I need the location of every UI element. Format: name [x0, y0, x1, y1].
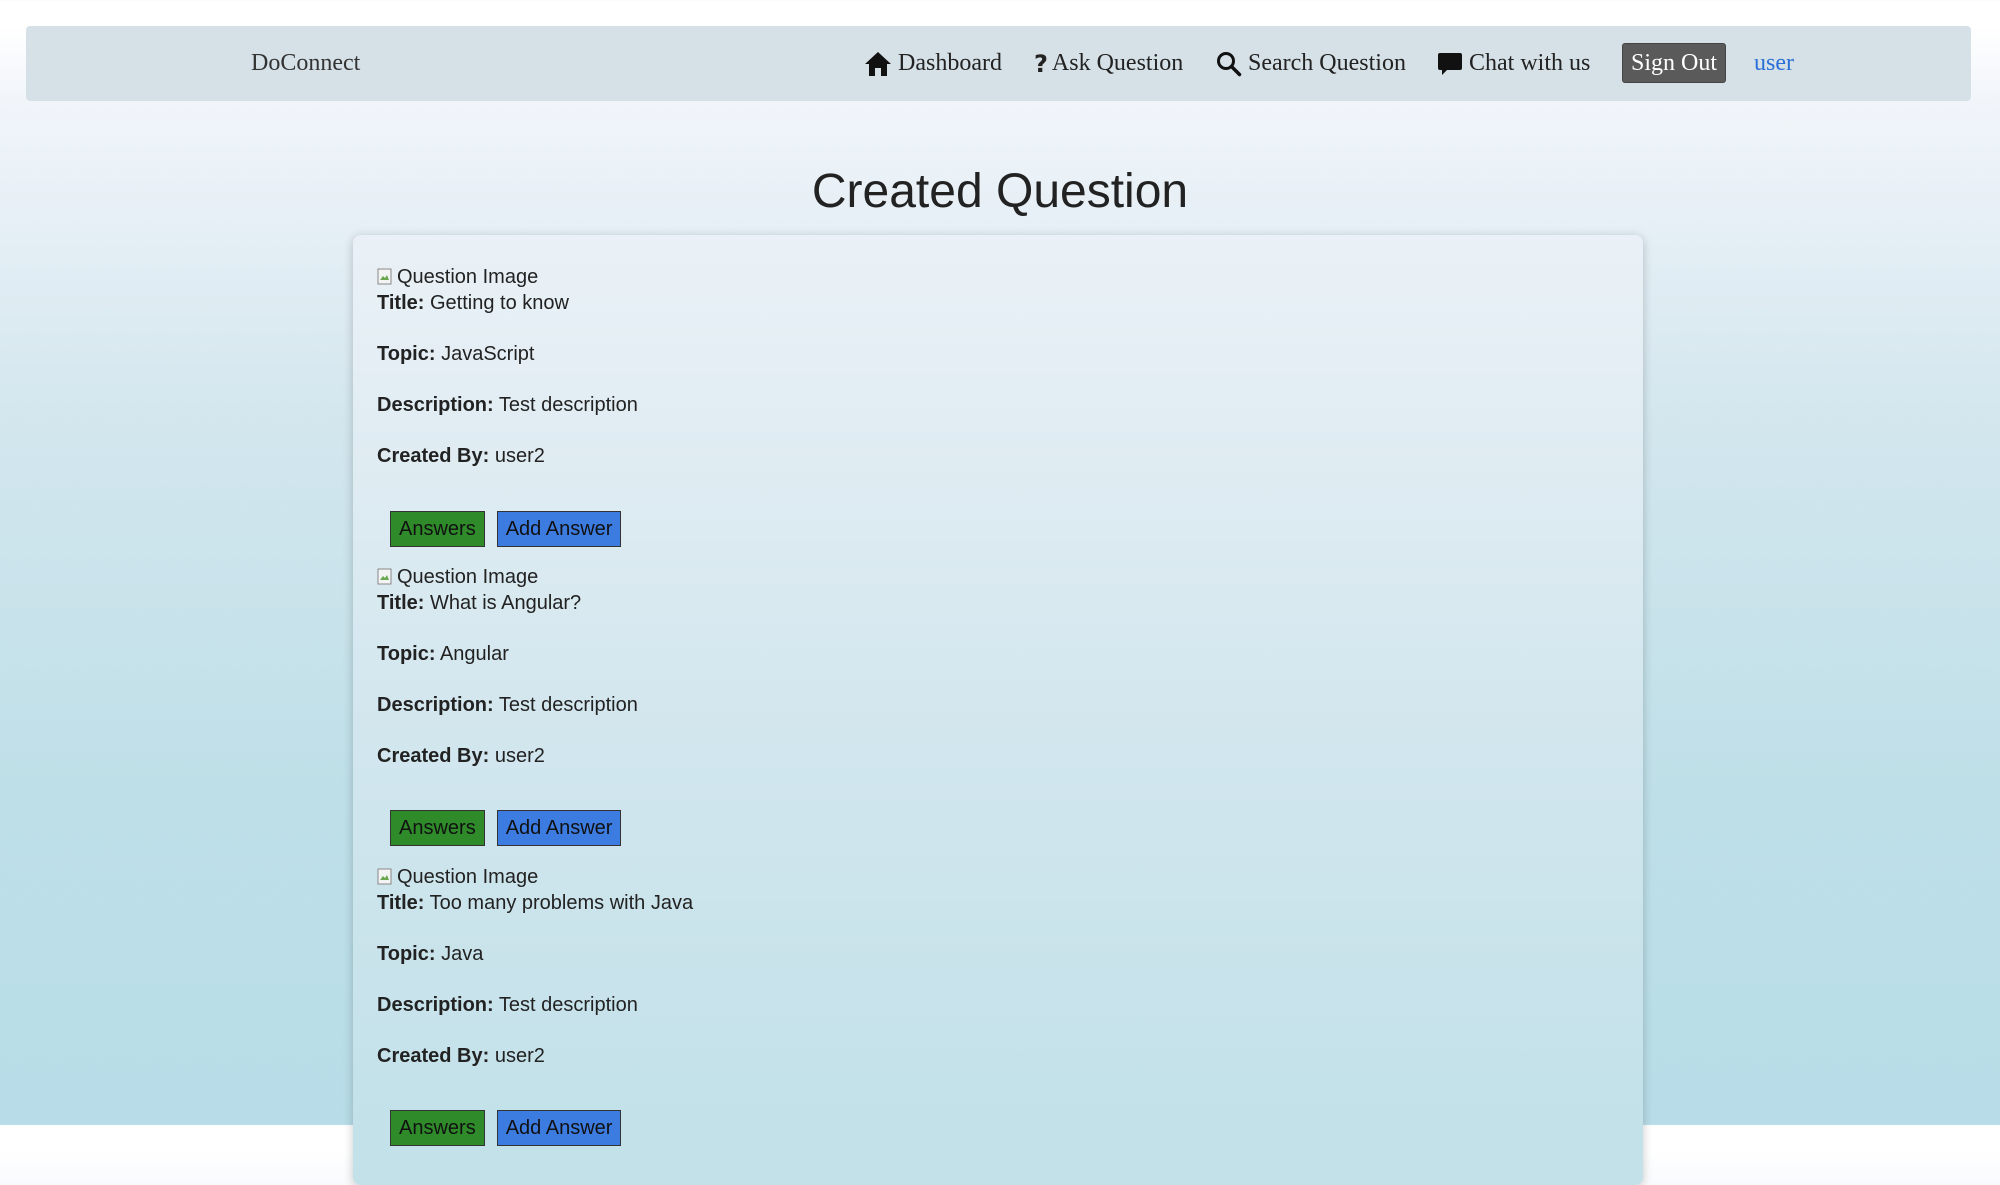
search-icon: [1216, 51, 1242, 77]
nav-dashboard-label: Dashboard: [898, 50, 1002, 76]
question-image-alt: Question Image: [397, 265, 539, 288]
nav-search-question[interactable]: Search Question: [1216, 26, 1406, 101]
question-actions: Answers Add Answer: [390, 511, 622, 547]
question-actions: Answers Add Answer: [390, 1110, 622, 1146]
topic-label: Topic:: [377, 643, 436, 665]
question-title: Title: What is Angular?: [377, 591, 1577, 615]
question-title: Title: Getting to know: [377, 291, 1577, 315]
question-created-by: Created By: user2: [377, 444, 1577, 468]
question-topic: Topic: Angular: [377, 642, 1577, 666]
add-answer-button[interactable]: Add Answer: [496, 511, 622, 547]
question-description: Description: Test description: [377, 393, 1577, 417]
question-mark-icon: ?: [1034, 49, 1048, 78]
chat-bubble-icon: [1437, 51, 1463, 77]
question-image: Question Image: [377, 863, 1577, 891]
nav-chat-with-us[interactable]: Chat with us: [1437, 26, 1590, 101]
question-created-by: Created By: user2: [377, 1044, 1577, 1068]
title-value: Too many problems with Java: [429, 892, 694, 914]
home-icon: [864, 51, 892, 77]
answers-button[interactable]: Answers: [390, 810, 485, 846]
user-profile-link[interactable]: user: [1754, 26, 1794, 101]
topic-value: JavaScript: [441, 343, 535, 365]
nav-dashboard[interactable]: Dashboard: [864, 26, 1002, 101]
top-navbar: DoConnect Dashboard ? Ask Question Searc…: [26, 26, 1971, 101]
topic-value: Java: [441, 943, 484, 965]
question-topic: Topic: JavaScript: [377, 342, 1577, 366]
question-created-by: Created By: user2: [377, 744, 1577, 768]
answers-button[interactable]: Answers: [390, 511, 485, 547]
title-label: Title:: [377, 592, 425, 614]
created-by-value: user2: [494, 1045, 545, 1067]
created-by-value: user2: [494, 445, 545, 467]
answers-button[interactable]: Answers: [390, 1110, 485, 1146]
brand-logo-text[interactable]: DoConnect: [251, 26, 360, 101]
question-description: Description: Test description: [377, 693, 1577, 717]
questions-card: Question Image Title: Getting to know To…: [353, 235, 1643, 1185]
question-item: Question Image Title: What is Angular? T…: [377, 563, 1577, 768]
description-value: Test description: [498, 394, 638, 416]
description-value: Test description: [498, 694, 638, 716]
nav-search-question-label: Search Question: [1248, 50, 1406, 76]
question-description: Description: Test description: [377, 993, 1577, 1017]
broken-image-icon: [377, 568, 393, 586]
sign-out-button[interactable]: Sign Out: [1622, 43, 1727, 83]
topic-label: Topic:: [377, 943, 436, 965]
title-value: What is Angular?: [429, 592, 582, 614]
add-answer-button[interactable]: Add Answer: [496, 810, 622, 846]
topic-label: Topic:: [377, 343, 436, 365]
created-by-label: Created By:: [377, 1045, 490, 1067]
nav-ask-question-label: Ask Question: [1051, 50, 1184, 76]
topic-value: Angular: [439, 643, 509, 665]
question-image: Question Image: [377, 563, 1577, 591]
question-image-alt: Question Image: [397, 565, 539, 588]
description-label: Description:: [377, 694, 494, 716]
broken-image-icon: [377, 868, 393, 886]
description-value: Test description: [498, 994, 638, 1016]
question-actions: Answers Add Answer: [390, 810, 622, 846]
title-value: Getting to know: [429, 292, 569, 314]
question-title: Title: Too many problems with Java: [377, 891, 1577, 915]
broken-image-icon: [377, 268, 393, 286]
question-image: Question Image: [377, 263, 1577, 291]
nav-ask-question[interactable]: ? Ask Question: [1034, 26, 1183, 101]
question-topic: Topic: Java: [377, 942, 1577, 966]
created-by-label: Created By:: [377, 745, 490, 767]
page-title: Created Question: [811, 165, 1189, 218]
question-item: Question Image Title: Getting to know To…: [377, 263, 1577, 468]
nav-chat-with-us-label: Chat with us: [1469, 50, 1591, 76]
created-by-label: Created By:: [377, 445, 490, 467]
title-label: Title:: [377, 892, 425, 914]
title-label: Title:: [377, 292, 425, 314]
description-label: Description:: [377, 394, 494, 416]
question-item: Question Image Title: Too many problems …: [377, 863, 1577, 1068]
question-image-alt: Question Image: [397, 865, 539, 888]
add-answer-button[interactable]: Add Answer: [496, 1110, 622, 1146]
description-label: Description:: [377, 994, 494, 1016]
created-by-value: user2: [494, 745, 545, 767]
